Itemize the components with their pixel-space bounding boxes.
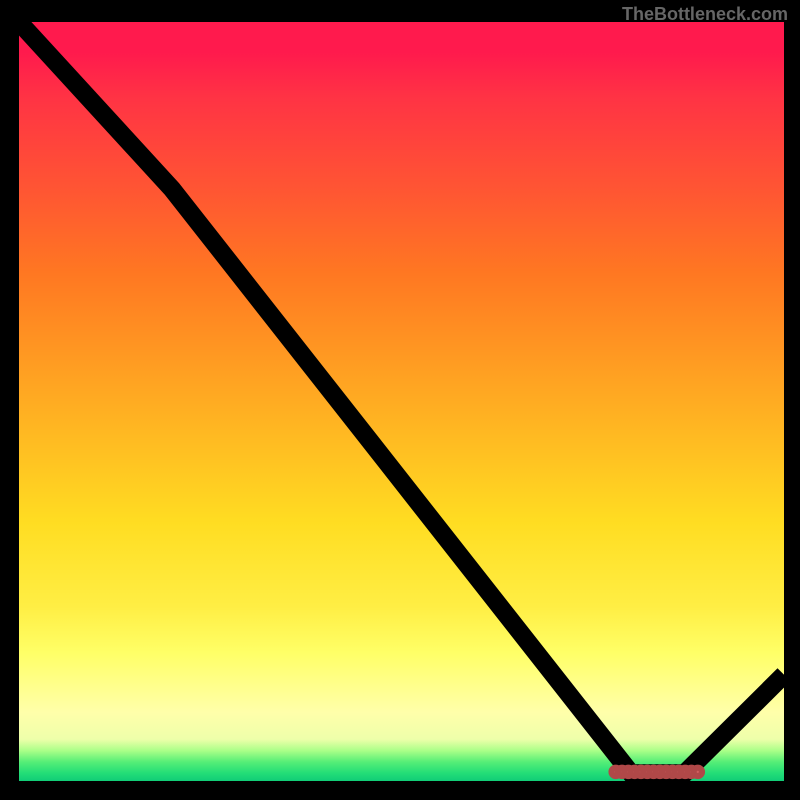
chart-container: TheBottleneck.com	[0, 0, 800, 800]
optimal-range-marker	[611, 768, 701, 776]
plot-area	[16, 22, 784, 784]
curve-svg	[19, 22, 784, 781]
watermark-text: TheBottleneck.com	[622, 4, 788, 25]
bottleneck-curve-line	[19, 22, 784, 773]
